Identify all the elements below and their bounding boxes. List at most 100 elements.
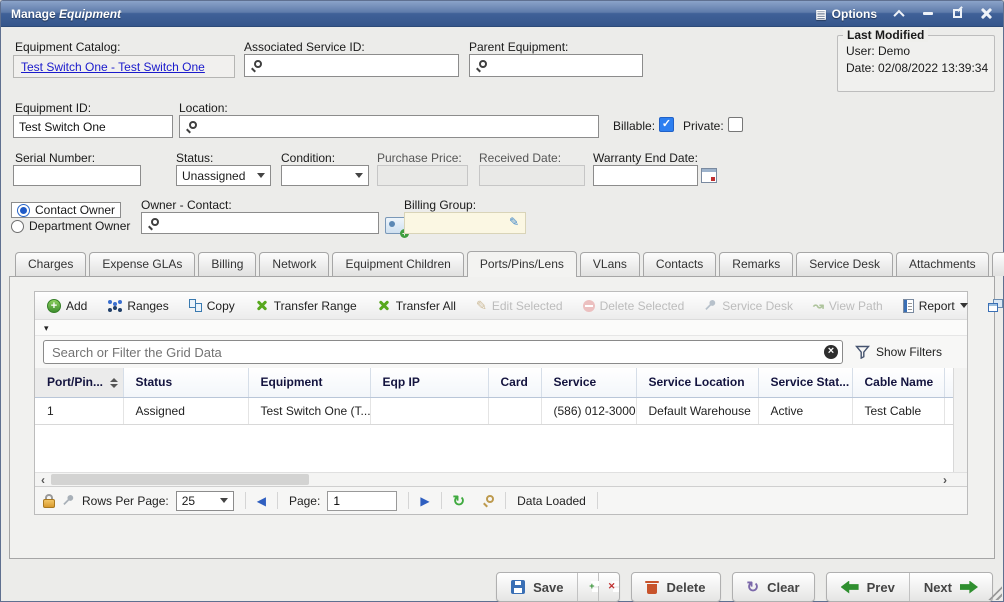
serial-number-input[interactable]	[13, 165, 141, 186]
column-header-card[interactable]: Card	[488, 368, 541, 397]
column-header-p[interactable]: P	[944, 368, 953, 397]
column-header-eqp-ip[interactable]: Eqp IP	[370, 368, 488, 397]
equipment-id-label: Equipment ID:	[15, 101, 91, 115]
tab-network[interactable]: Network	[259, 252, 329, 276]
next-button[interactable]: Next	[909, 573, 992, 601]
radio-dot	[11, 220, 24, 233]
equipment-catalog-link[interactable]: Test Switch One - Test Switch One	[21, 60, 205, 74]
warranty-end-date-label: Warranty End Date:	[593, 151, 698, 165]
tab-vlans[interactable]: VLans	[580, 252, 640, 276]
tab-expense-glas[interactable]: Expense GLAs	[89, 252, 195, 276]
department-owner-radio[interactable]: Department Owner	[11, 219, 130, 233]
warranty-end-date-input[interactable]	[593, 165, 698, 186]
condition-select[interactable]	[281, 165, 369, 186]
ports-grid: Port/Pin... Status Equipment Eqp IP Card…	[35, 368, 953, 425]
previous-page-arrow[interactable]: ◀	[257, 495, 266, 507]
clear-button[interactable]: Clear	[733, 573, 814, 601]
save-button[interactable]: Save	[497, 573, 577, 601]
options-label: Options	[832, 7, 877, 21]
equipment-id-input[interactable]	[13, 115, 173, 138]
last-modified-user: User: Demo	[846, 43, 986, 60]
add-contact-icon[interactable]	[385, 217, 406, 234]
scroll-right-arrow[interactable]: ›	[937, 474, 953, 486]
copy-icon	[189, 299, 202, 312]
tab-remarks[interactable]: Remarks	[719, 252, 793, 276]
tab-billing[interactable]: Billing	[198, 252, 256, 276]
tab-attachments[interactable]: Attachments	[896, 252, 989, 276]
column-header-cable-name[interactable]: Cable Name	[852, 368, 944, 397]
chevron-down-icon	[220, 498, 228, 503]
contact-owner-radio-label: Contact Owner	[35, 203, 115, 217]
edit-pencil-icon[interactable]	[509, 215, 519, 229]
grid-pager: Rows Per Page: 25 ◀ Page: ▶ Data Loaded	[35, 486, 967, 514]
filter-funnel-icon	[855, 345, 870, 359]
minimize-button[interactable]	[921, 7, 935, 21]
column-header-service-status[interactable]: Service Stat...	[758, 368, 852, 397]
contact-owner-radio[interactable]: Contact Owner	[11, 202, 121, 218]
tab-ports-pins-lens[interactable]: Ports/Pins/Lens	[467, 251, 577, 277]
pager-separator	[408, 492, 409, 509]
table-row[interactable]: 1 Assigned Test Switch One (T... (586) 0…	[35, 397, 953, 424]
column-header-port-pin[interactable]: Port/Pin...	[35, 368, 123, 397]
column-header-equipment[interactable]: Equipment	[248, 368, 370, 397]
lock-icon[interactable]	[43, 494, 55, 508]
cell-service-location: Default Warehouse	[636, 397, 758, 424]
scrollbar-thumb[interactable]	[51, 474, 309, 485]
tab-user-defined-fields[interactable]: User Defined Fields	[992, 252, 1004, 276]
report-icon	[903, 299, 914, 313]
rows-per-page-select[interactable]: 25	[176, 491, 234, 511]
transfer-all-button[interactable]: Transfer All	[371, 296, 462, 316]
billable-checkbox[interactable]	[659, 117, 674, 132]
vertical-scrollbar[interactable]	[953, 368, 967, 472]
associated-service-id-input[interactable]	[244, 54, 459, 77]
status-select[interactable]: Unassigned	[176, 165, 271, 186]
report-button[interactable]: Report	[897, 296, 974, 316]
tab-contacts[interactable]: Contacts	[643, 252, 716, 276]
column-header-status[interactable]: Status	[123, 368, 248, 397]
scroll-left-arrow[interactable]: ‹	[35, 474, 51, 486]
popout-button[interactable]	[950, 7, 964, 21]
tab-service-desk[interactable]: Service Desk	[796, 252, 893, 276]
scrollbar-track[interactable]	[51, 473, 937, 486]
tab-equipment-children[interactable]: Equipment Children	[332, 252, 463, 276]
options-button[interactable]: Options	[815, 7, 877, 21]
save-and-new-button[interactable]: +	[577, 573, 598, 601]
wrench-icon[interactable]	[62, 494, 75, 507]
collapse-button[interactable]	[892, 7, 906, 21]
tab-charges[interactable]: Charges	[15, 252, 86, 276]
perspectives-button[interactable]: Perspectives	[982, 296, 1004, 316]
column-header-service[interactable]: Service	[541, 368, 636, 397]
save-and-close-button[interactable]: ✕	[598, 573, 619, 601]
prev-button[interactable]: Prev	[827, 573, 909, 601]
close-button[interactable]	[979, 7, 993, 21]
location-input[interactable]	[179, 115, 599, 138]
parent-equipment-label: Parent Equipment:	[469, 40, 568, 54]
transfer-icon	[377, 299, 391, 313]
edit-pencil-icon	[476, 298, 487, 314]
grid-area: Port/Pin... Status Equipment Eqp IP Card…	[35, 368, 967, 472]
private-checkbox[interactable]	[728, 117, 743, 132]
refresh-icon[interactable]	[453, 492, 466, 510]
edit-selected-button: Edit Selected	[470, 295, 569, 317]
status-select-value: Unassigned	[182, 169, 245, 183]
clear-search-icon[interactable]	[824, 345, 838, 359]
grid-search-row: Show Filters	[35, 336, 967, 368]
grid-search-input[interactable]	[43, 340, 843, 364]
equipment-catalog-label: Equipment Catalog:	[15, 40, 120, 54]
add-button[interactable]: Add	[41, 296, 93, 316]
delete-button[interactable]: Delete	[632, 573, 719, 601]
parent-equipment-input[interactable]	[469, 54, 643, 77]
page-number-input[interactable]	[327, 491, 397, 511]
toolbar-overflow-caret[interactable]: ▾	[44, 323, 49, 333]
column-header-service-location[interactable]: Service Location	[636, 368, 758, 397]
grid-header-row: Port/Pin... Status Equipment Eqp IP Card…	[35, 368, 953, 397]
transfer-range-button[interactable]: Transfer Range	[249, 296, 363, 316]
search-icon[interactable]	[483, 495, 494, 506]
ranges-button[interactable]: Ranges	[101, 296, 174, 316]
last-modified-box: Last Modified User: Demo Date: 02/08/202…	[837, 35, 995, 92]
owner-contact-input[interactable]	[141, 212, 379, 234]
copy-button[interactable]: Copy	[183, 296, 241, 316]
show-filters-button[interactable]: Show Filters	[855, 345, 942, 359]
calendar-icon[interactable]	[701, 168, 717, 183]
next-page-arrow[interactable]: ▶	[420, 495, 429, 507]
